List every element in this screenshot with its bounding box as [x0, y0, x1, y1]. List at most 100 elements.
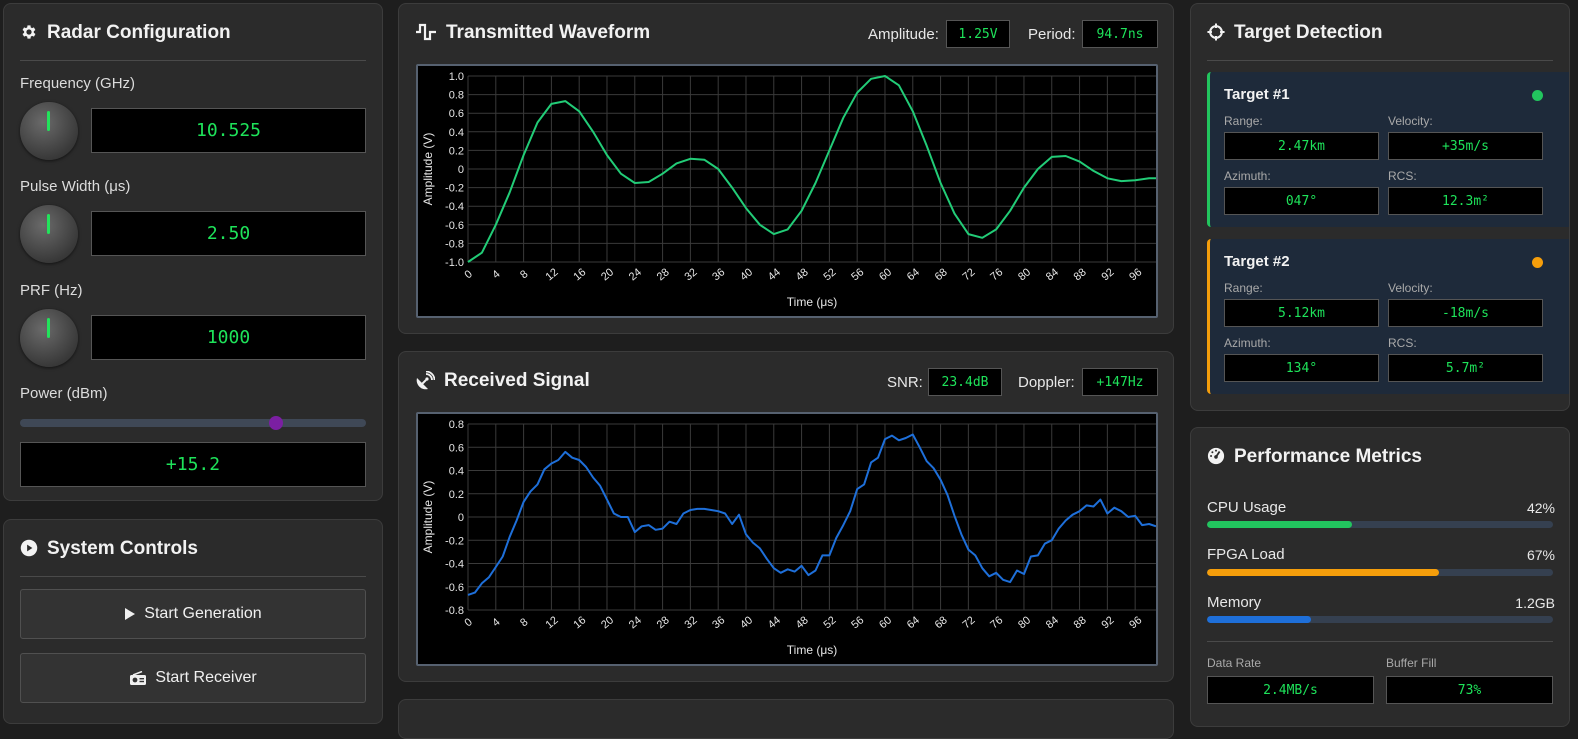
x-tick-label: 0 — [462, 268, 474, 281]
x-tick-label: 8 — [518, 616, 530, 629]
y-tick-label: 0.2 — [449, 489, 464, 501]
buffer-fill-label: Buffer Fill — [1386, 656, 1437, 670]
metrics-divider — [1207, 641, 1553, 642]
x-tick-label: 8 — [518, 268, 530, 281]
target-card[interactable]: Target #2 Range: 5.12km Velocity: -18m/s… — [1207, 239, 1569, 394]
x-axis-label: Time (μs) — [787, 643, 837, 657]
range-label: Range: — [1224, 114, 1263, 128]
power-slider[interactable] — [20, 416, 366, 430]
x-tick-label: 48 — [794, 266, 811, 283]
x-tick-label: 96 — [1127, 266, 1144, 283]
snr-display: 23.4dB — [928, 368, 1002, 396]
memory-value: 1.2GB — [1515, 595, 1555, 611]
x-tick-label: 12 — [543, 614, 560, 631]
doppler-display: +147Hz — [1082, 368, 1158, 396]
play-circle-icon — [20, 539, 38, 557]
x-tick-label: 16 — [571, 614, 588, 631]
radar-configuration-title: Radar Configuration — [20, 22, 366, 61]
x-tick-label: 60 — [877, 266, 894, 283]
x-tick-label: 52 — [821, 266, 838, 283]
x-tick-label: 12 — [543, 266, 560, 283]
y-tick-label: -0.4 — [445, 559, 464, 571]
doppler-label: Doppler: — [1018, 374, 1075, 391]
button-label: Start Receiver — [155, 669, 257, 686]
x-tick-label: 72 — [960, 266, 977, 283]
x-tick-label: 56 — [849, 614, 866, 631]
amplitude-label: Amplitude: — [868, 26, 939, 43]
rcs-display: 12.3m² — [1388, 187, 1543, 215]
button-label: Start Generation — [144, 605, 262, 622]
frequency-display: 10.525 — [91, 108, 366, 153]
panel-title-text: Radar Configuration — [47, 22, 231, 43]
x-tick-label: 68 — [933, 614, 950, 631]
performance-metrics-title: Performance Metrics — [1207, 446, 1553, 484]
rcs-display: 5.7m² — [1388, 354, 1543, 382]
memory-label: Memory — [1207, 594, 1262, 611]
x-tick-label: 80 — [1016, 614, 1033, 631]
pulse-width-knob[interactable] — [20, 205, 78, 263]
x-tick-label: 0 — [462, 616, 474, 629]
x-tick-label: 64 — [905, 266, 922, 283]
y-tick-label: 1.0 — [449, 71, 464, 83]
target-status-dot — [1532, 90, 1543, 101]
frequency-label: Frequency (GHz) — [20, 75, 136, 92]
x-tick-label: 36 — [710, 266, 727, 283]
power-slider-thumb[interactable] — [269, 416, 284, 430]
target-name: Target #1 — [1224, 86, 1290, 103]
x-tick-label: 24 — [627, 614, 644, 631]
range-display: 5.12km — [1224, 299, 1379, 327]
radar-configuration-panel: Radar Configuration Frequency (GHz) 10.5… — [3, 3, 383, 501]
transmitted-waveform-panel: Transmitted Waveform Amplitude: 1.25V Pe… — [398, 3, 1174, 334]
x-tick-label: 28 — [655, 614, 672, 631]
target-detection-panel: Target Detection Target #1 Range: 2.47km… — [1190, 3, 1570, 411]
y-tick-label: -0.6 — [445, 220, 464, 232]
y-axis-label: Amplitude (V) — [421, 133, 435, 206]
x-tick-label: 32 — [682, 266, 699, 283]
x-tick-label: 80 — [1016, 266, 1033, 283]
fpga-load-label: FPGA Load — [1207, 546, 1285, 563]
x-tick-label: 4 — [490, 616, 502, 629]
x-tick-label: 52 — [821, 614, 838, 631]
panel-title-text: Received Signal — [444, 370, 590, 391]
fpga-load-value: 67% — [1526, 547, 1555, 563]
x-tick-label: 76 — [988, 266, 1005, 283]
x-tick-label: 76 — [988, 614, 1005, 631]
x-tick-label: 44 — [766, 266, 783, 283]
x-tick-label: 84 — [1044, 266, 1061, 283]
y-tick-label: 0 — [458, 512, 464, 524]
x-tick-label: 88 — [1072, 614, 1089, 631]
y-tick-label: -0.6 — [445, 582, 464, 594]
x-tick-label: 4 — [490, 268, 502, 281]
velocity-label: Velocity: — [1388, 281, 1433, 295]
range-label: Range: — [1224, 281, 1263, 295]
x-tick-label: 60 — [877, 614, 894, 631]
satellite-dish-icon — [416, 371, 435, 390]
start-receiver-button[interactable]: Start Receiver — [20, 653, 366, 703]
prf-knob[interactable] — [20, 309, 78, 367]
y-tick-label: 0.8 — [449, 90, 464, 102]
frequency-knob[interactable] — [20, 102, 78, 160]
velocity-display: +35m/s — [1388, 132, 1543, 160]
rcs-label: RCS: — [1388, 169, 1417, 183]
target-card[interactable]: Target #1 Range: 2.47km Velocity: +35m/s… — [1207, 72, 1569, 227]
period-display: 94.7ns — [1082, 20, 1158, 48]
y-tick-label: -0.8 — [445, 605, 464, 617]
received-signal-panel: Received Signal SNR: 23.4dB Doppler: +14… — [398, 351, 1174, 682]
x-tick-label: 24 — [627, 266, 644, 283]
x-tick-label: 72 — [960, 614, 977, 631]
radio-icon — [130, 670, 147, 685]
cpu-usage-bar — [1207, 521, 1553, 528]
system-controls-title: System Controls — [20, 538, 366, 577]
start-generation-button[interactable]: Start Generation — [20, 589, 366, 639]
velocity-label: Velocity: — [1388, 114, 1433, 128]
prf-display: 1000 — [91, 315, 366, 360]
y-tick-label: -0.2 — [445, 183, 464, 195]
x-tick-label: 68 — [933, 266, 950, 283]
azimuth-label: Azimuth: — [1224, 169, 1271, 183]
y-axis-label: Amplitude (V) — [421, 481, 435, 554]
cpu-usage-value: 42% — [1526, 500, 1555, 516]
pulse-width-label: Pulse Width (μs) — [20, 178, 131, 195]
y-tick-label: -1.0 — [445, 257, 464, 269]
buffer-fill-display: 73% — [1386, 676, 1553, 704]
y-tick-label: -0.4 — [445, 201, 464, 213]
